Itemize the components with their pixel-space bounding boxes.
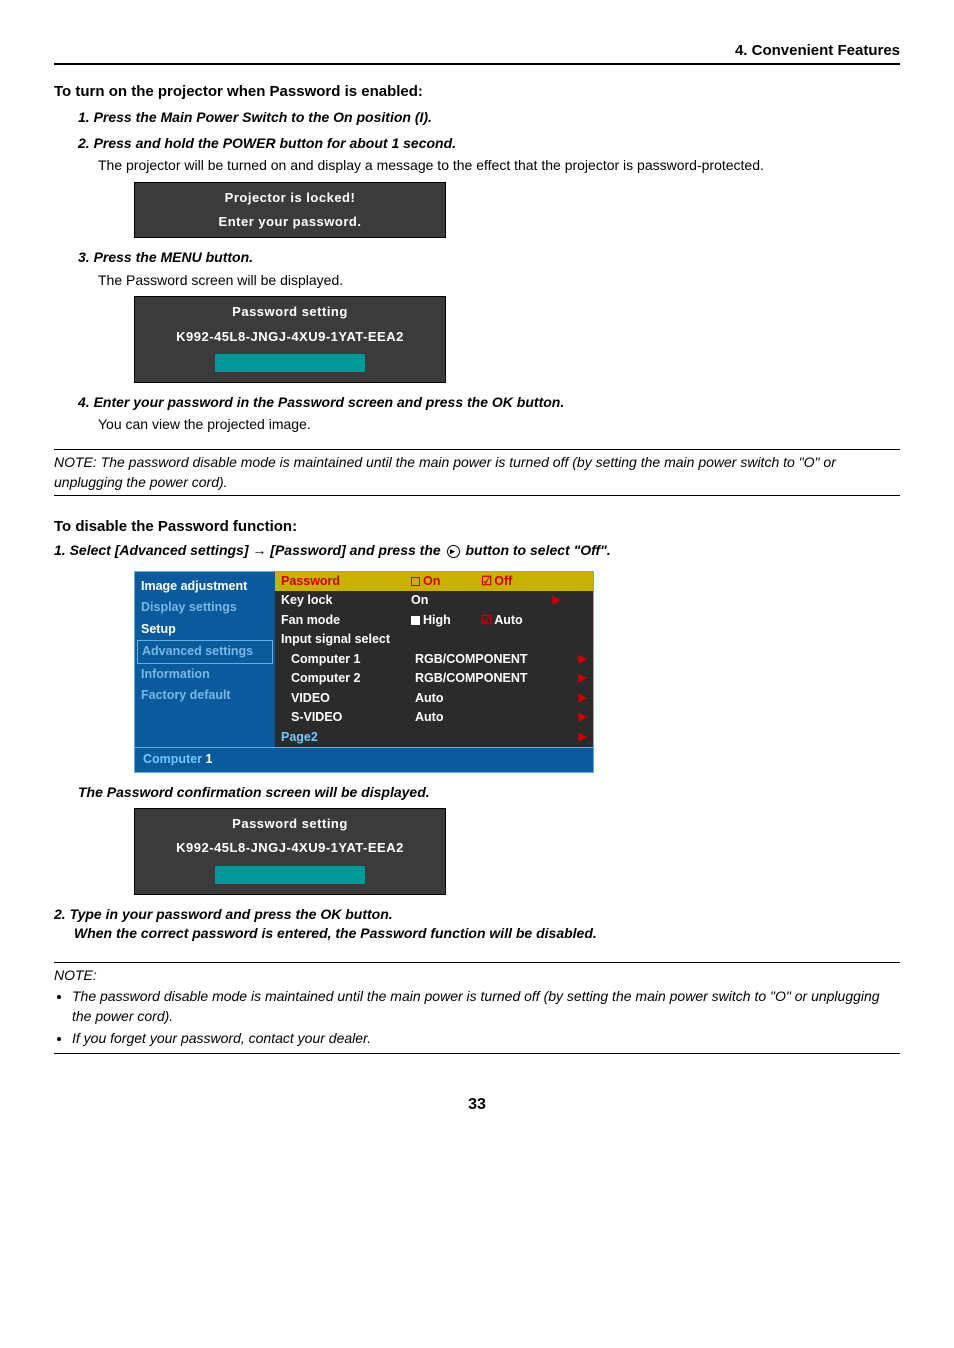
menu-row-page2: Page2 ▶ xyxy=(275,728,593,748)
v: On xyxy=(411,592,481,610)
v: Auto xyxy=(411,709,577,727)
step-4-body: You can view the projected image. xyxy=(98,415,900,435)
osd-locked: Projector is locked! Enter your password… xyxy=(134,182,446,238)
note-2-item-1: If you forget your password, contact you… xyxy=(72,1029,900,1049)
osd-locked-line1: Projector is locked! xyxy=(135,183,445,213)
menu-row-password: Password On ☑Off xyxy=(275,572,593,592)
menu-row-svideo: S-VIDEO Auto ▶ xyxy=(275,708,593,728)
menu-left-1: Display settings xyxy=(141,597,269,619)
t2: Auto xyxy=(494,613,522,627)
a: ▶ xyxy=(577,710,587,725)
menu-left-2: Setup xyxy=(141,619,269,641)
osd-password-setting-1: Password setting K992-45L8-JNGJ-4XU9-1YA… xyxy=(134,296,446,382)
v: High xyxy=(411,612,481,630)
confirm-step: The Password confirmation screen will be… xyxy=(78,783,900,803)
a: ▶ xyxy=(577,691,587,706)
note-2: NOTE: The password disable mode is maint… xyxy=(54,962,900,1054)
l: Computer 1 xyxy=(281,651,411,669)
a: ▶ xyxy=(577,671,587,686)
osd-pw1-input xyxy=(215,354,365,372)
ds1b: [Password] and press the xyxy=(266,542,444,558)
l: Key lock xyxy=(281,592,411,610)
menu-left-0: Image adjustment xyxy=(141,576,269,598)
menu-row-comp1: Computer 1 RGB/COMPONENT ▶ xyxy=(275,650,593,670)
step-4: 4. Enter your password in the Password s… xyxy=(78,393,900,413)
osd-locked-line2: Enter your password. xyxy=(135,213,445,237)
l: VIDEO xyxy=(281,690,411,708)
menu-row-video: VIDEO Auto ▶ xyxy=(275,689,593,709)
menu-left-panel: Image adjustment Display settings Setup … xyxy=(135,572,275,748)
osd-menu: Image adjustment Display settings Setup … xyxy=(134,571,594,773)
step-3-body: The Password screen will be displayed. xyxy=(98,271,900,291)
v2: ☑Auto xyxy=(481,612,551,630)
menu-row-comp2: Computer 2 RGB/COMPONENT ▶ xyxy=(275,669,593,689)
menu-left-4: Information xyxy=(141,664,269,686)
check-icon: ☑ xyxy=(481,613,492,627)
mr-off: ☑Off xyxy=(481,573,551,591)
osd-password-setting-2: Password setting K992-45L8-JNGJ-4XU9-1YA… xyxy=(134,808,446,894)
section-header: 4. Convenient Features xyxy=(54,40,900,65)
menu-left-5: Factory default xyxy=(141,685,269,707)
disable-step-1: 1. Select [Advanced settings] → [Passwor… xyxy=(54,541,900,561)
menu-row-fanmode: Fan mode High ☑Auto xyxy=(275,611,593,631)
note-2-item-0: The password disable mode is maintained … xyxy=(72,987,900,1026)
check-icon: ☑ xyxy=(481,574,492,588)
step-3: 3. Press the MENU button. xyxy=(78,248,900,268)
l: Input signal select xyxy=(281,631,390,649)
l: Page2 xyxy=(281,729,411,747)
l: S-VIDEO xyxy=(281,709,411,727)
l: Fan mode xyxy=(281,612,411,630)
v: Auto xyxy=(411,690,577,708)
disable-step-2a: 2. Type in your password and press the O… xyxy=(54,905,900,925)
page-number: 33 xyxy=(54,1094,900,1116)
a: ▶ xyxy=(551,593,561,608)
right-button-icon xyxy=(447,545,460,558)
mr-on: On xyxy=(411,573,481,591)
disable-step-2b: When the correct password is entered, th… xyxy=(74,924,900,944)
checkbox-icon xyxy=(411,577,420,586)
menu-right-panel: Password On ☑Off Key lock On ▶ Fan mode … xyxy=(275,572,593,748)
osd-pw1-title: Password setting xyxy=(135,297,445,327)
v: RGB/COMPONENT xyxy=(411,651,577,669)
step-2: 2. Press and hold the POWER button for a… xyxy=(78,134,900,154)
mr-label: Password xyxy=(281,573,411,591)
menu-row-keylock: Key lock On ▶ xyxy=(275,591,593,611)
menu-footer: Computer 1 xyxy=(135,747,593,772)
mr-off-t: Off xyxy=(494,574,512,588)
box-icon xyxy=(411,616,420,625)
note-1: NOTE: The password disable mode is maint… xyxy=(54,449,900,496)
step-2-body: The projector will be turned on and disp… xyxy=(98,156,900,176)
note-2-heading: NOTE: xyxy=(54,966,900,986)
menu-left-3: Advanced settings xyxy=(137,640,273,664)
mr-on-t: On xyxy=(423,574,440,588)
step-1: 1. Press the Main Power Switch to the On… xyxy=(78,108,900,128)
heading-disable: To disable the Password function: xyxy=(54,516,900,537)
footer-a: Computer xyxy=(143,752,202,766)
osd-pw1-code: K992-45L8-JNGJ-4XU9-1YAT-EEA2 xyxy=(135,328,445,352)
osd-pw2-title: Password setting xyxy=(135,809,445,839)
arrow-icon: → xyxy=(252,542,266,558)
ds1c: button to select "Off". xyxy=(462,542,611,558)
heading-turn-on: To turn on the projector when Password i… xyxy=(54,81,900,102)
a: ▶ xyxy=(577,730,587,745)
t: High xyxy=(423,613,451,627)
menu-row-inputselect: Input signal select xyxy=(275,630,593,650)
osd-pw2-code: K992-45L8-JNGJ-4XU9-1YAT-EEA2 xyxy=(135,839,445,863)
osd-pw2-input xyxy=(215,866,365,884)
footer-b: 1 xyxy=(206,752,213,766)
v: RGB/COMPONENT xyxy=(411,670,577,688)
l: Computer 2 xyxy=(281,670,411,688)
a: ▶ xyxy=(577,652,587,667)
ds1a: 1. Select [Advanced settings] xyxy=(54,542,252,558)
